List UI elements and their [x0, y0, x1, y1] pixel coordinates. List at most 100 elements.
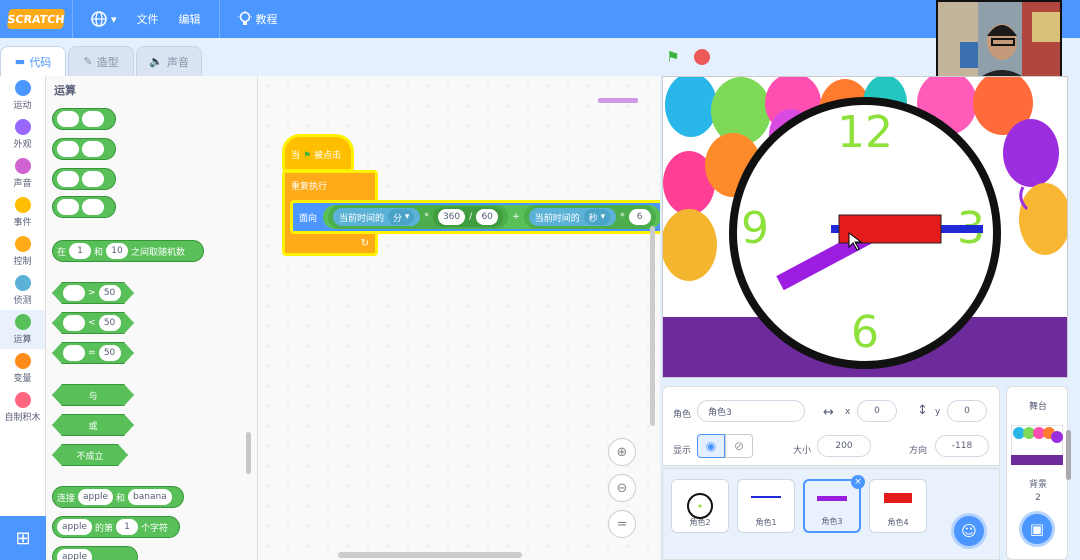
block-not[interactable]: 不成立	[52, 444, 128, 466]
text-slot[interactable]: apple	[78, 489, 113, 505]
when-flag-clicked-block[interactable]: 当 ⚑ 被点击	[282, 134, 354, 172]
block-and[interactable]: 与	[52, 384, 134, 406]
category-motion[interactable]: 运动	[0, 76, 45, 115]
block-text: 当前时间的	[534, 213, 580, 224]
script-workspace[interactable]: 当 ⚑ 被点击 重复执行 ↻ 面向 当前时间的 分 ▾ * 360 / 60 +	[258, 76, 660, 560]
tab-sounds[interactable]: 🔈 声音	[136, 46, 202, 76]
green-flag-button[interactable]: ⚑	[662, 46, 684, 68]
current-time-second-block[interactable]: 当前时间的 秒 ▾	[528, 208, 617, 226]
block-add[interactable]	[52, 108, 116, 130]
x-field[interactable]: 0	[857, 400, 897, 422]
category-events[interactable]: 事件	[0, 193, 45, 232]
number-slot[interactable]: 50	[99, 285, 121, 301]
choose-backdrop-button[interactable]: ▣	[1019, 511, 1055, 547]
stage-panel-scrollbar[interactable]	[1066, 430, 1071, 480]
y-field[interactable]: 0	[947, 400, 987, 422]
tab-code[interactable]: ▬ 代码	[0, 46, 66, 76]
empty-slot[interactable]	[57, 111, 79, 127]
cat-face-icon: ☺	[961, 522, 977, 540]
category-looks[interactable]: 外观	[0, 115, 45, 154]
block-length-of[interactable]: apple	[52, 546, 138, 560]
block-greater-than[interactable]: >50	[52, 282, 134, 304]
tab-costumes[interactable]: ✎ 造型	[68, 46, 134, 76]
block-join[interactable]: 连接 apple 和 banana	[52, 486, 184, 508]
palette-scrollbar[interactable]	[246, 432, 251, 474]
size-field[interactable]: 200	[817, 435, 871, 457]
empty-slot[interactable]	[82, 171, 104, 187]
block-letter-of[interactable]: apple 的第 1 个字符	[52, 516, 180, 538]
multiply-operator-2[interactable]: 当前时间的 秒 ▾ * 6	[523, 205, 656, 229]
empty-slot[interactable]	[57, 171, 79, 187]
block-or[interactable]: 或	[52, 414, 134, 436]
block-divide[interactable]	[52, 196, 116, 218]
number-slot[interactable]: 6	[628, 209, 651, 225]
zoom-reset-button[interactable]: =	[608, 510, 636, 538]
empty-slot[interactable]	[82, 141, 104, 157]
category-variables[interactable]: 变量	[0, 349, 45, 388]
empty-slot[interactable]	[63, 315, 85, 331]
category-label: 外观	[13, 140, 32, 150]
stop-button[interactable]	[694, 49, 710, 65]
dropdown-value: 秒	[588, 213, 598, 224]
block-pick-random[interactable]: 在 1 和 10 之间取随机数	[52, 240, 204, 262]
zoom-out-button[interactable]: ⊖	[608, 474, 636, 502]
choose-sprite-button[interactable]: ☺	[951, 513, 987, 549]
number-slot[interactable]: 50	[99, 345, 121, 361]
direction-field[interactable]: -118	[935, 435, 989, 457]
category-operators[interactable]: 运算	[0, 310, 45, 349]
plus-symbol: +	[512, 212, 520, 222]
number-slot[interactable]: 1	[69, 243, 92, 259]
empty-slot[interactable]	[63, 285, 85, 301]
number-slot[interactable]: 10	[106, 243, 129, 259]
text-slot[interactable]: apple	[57, 549, 92, 560]
empty-slot[interactable]	[63, 345, 85, 361]
delete-sprite-icon[interactable]: ×	[851, 475, 865, 489]
tutorials-menu[interactable]: 教程	[228, 11, 288, 27]
number-slot[interactable]: 50	[99, 315, 121, 331]
minute-dropdown[interactable]: 分 ▾	[388, 209, 415, 225]
current-time-minute-block[interactable]: 当前时间的 分 ▾	[333, 208, 421, 226]
multiply-operator[interactable]: 当前时间的 分 ▾ * 360 / 60	[328, 205, 509, 229]
empty-slot[interactable]	[82, 199, 104, 215]
category-control[interactable]: 控制	[0, 232, 45, 271]
tab-code-label: 代码	[29, 55, 52, 69]
sprite-name-field[interactable]: 角色3	[697, 400, 805, 422]
file-menu[interactable]: 文件	[127, 11, 169, 27]
number-slot[interactable]: 1	[116, 519, 138, 535]
workspace-horizontal-scrollbar[interactable]	[338, 552, 522, 558]
clock: 12 3 6 9	[729, 97, 1001, 369]
show-hidden-button[interactable]: ⊘	[725, 434, 753, 458]
block-text: 连接	[57, 493, 76, 504]
empty-slot[interactable]	[57, 141, 79, 157]
number-slot[interactable]: 60	[476, 209, 499, 225]
empty-slot[interactable]	[82, 111, 104, 127]
block-multiply[interactable]	[52, 168, 116, 190]
number-slot[interactable]: 360	[437, 209, 466, 225]
block-subtract[interactable]	[52, 138, 116, 160]
stage-canvas[interactable]: 12 3 6 9	[662, 76, 1068, 378]
add-extension-button[interactable]: ⊞	[0, 516, 46, 560]
add-operator[interactable]: 当前时间的 分 ▾ * 360 / 60 + 当前时间的 秒 ▾ * 6	[323, 205, 660, 229]
text-slot[interactable]: apple	[57, 519, 92, 535]
stage-target-panel[interactable]: 舞台 背景 2 ▣	[1006, 386, 1068, 560]
second-dropdown[interactable]: 秒 ▾	[583, 209, 611, 225]
text-slot[interactable]: banana	[128, 489, 172, 505]
sprite-tile-selected[interactable]: 角色3 ×	[803, 475, 865, 533]
scratch-logo[interactable]: SCRATCH	[7, 9, 65, 29]
zoom-in-button[interactable]: ⊕	[608, 438, 636, 466]
sprite-tile[interactable]: 角色2	[671, 479, 729, 533]
sprite-tile[interactable]: 角色1	[737, 479, 795, 533]
block-less-than[interactable]: <50	[52, 312, 134, 334]
show-visible-button[interactable]: ◉	[697, 434, 725, 458]
divide-operator[interactable]: 360 / 60	[432, 207, 504, 227]
language-menu[interactable]: ▾	[81, 11, 127, 27]
empty-slot[interactable]	[57, 199, 79, 215]
category-sound[interactable]: 声音	[0, 154, 45, 193]
edit-menu[interactable]: 编辑	[169, 11, 211, 27]
category-my-blocks[interactable]: 自制积木	[0, 388, 45, 427]
workspace-vertical-scrollbar[interactable]	[650, 226, 655, 426]
category-sensing[interactable]: 侦测	[0, 271, 45, 310]
sprite-tile[interactable]: 角色4	[869, 479, 927, 533]
block-equals[interactable]: = 50	[52, 342, 134, 364]
point-in-direction-block[interactable]: 面向 当前时间的 分 ▾ * 360 / 60 + 当前时间的 秒 ▾ * 6	[290, 200, 660, 234]
